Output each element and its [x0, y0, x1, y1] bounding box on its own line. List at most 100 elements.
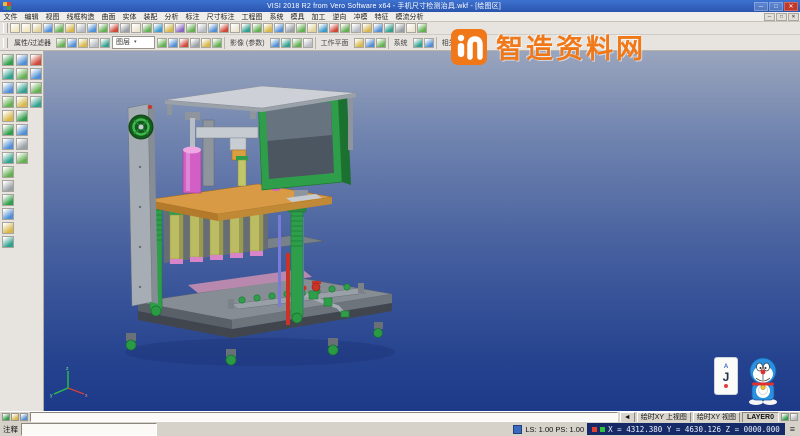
toolbar-icon[interactable] — [212, 38, 222, 48]
menu-item[interactable]: 模具 — [287, 12, 308, 22]
dock-tool-icon[interactable] — [2, 180, 14, 192]
menu-item[interactable]: 视图 — [42, 12, 63, 22]
toolbar-icon[interactable] — [296, 23, 306, 33]
dock-tool-icon[interactable] — [2, 124, 14, 136]
dock-tool-icon[interactable] — [2, 208, 14, 220]
toolbar-icon[interactable] — [274, 23, 284, 33]
toolbar-icon[interactable] — [164, 23, 174, 33]
toolbar-icon[interactable] — [54, 23, 64, 33]
toolbar-icon[interactable] — [406, 23, 416, 33]
toolbar-icon[interactable] — [89, 38, 99, 48]
menu-item[interactable]: 系统 — [266, 12, 287, 22]
toolbar-icon[interactable] — [340, 23, 350, 33]
toolbar-icon[interactable] — [21, 23, 31, 33]
model-fan[interactable] — [129, 115, 153, 139]
menu-item[interactable]: 文件 — [0, 12, 21, 22]
toolbar-icon[interactable] — [179, 38, 189, 48]
dock-tool-icon[interactable] — [2, 194, 14, 206]
toolbar-grip[interactable] — [3, 38, 8, 48]
toolbar-icon[interactable] — [186, 23, 196, 33]
menu-item[interactable]: 曲面 — [98, 12, 119, 22]
toolbar-icon[interactable] — [142, 23, 152, 33]
toolbar-icon[interactable] — [197, 23, 207, 33]
toolbar-icon[interactable] — [373, 23, 383, 33]
status-icon[interactable] — [2, 413, 10, 421]
dock-tool-icon[interactable] — [2, 96, 14, 108]
toolbar-icon[interactable] — [100, 38, 110, 48]
menu-item[interactable]: 冲模 — [350, 12, 371, 22]
dock-tool-icon[interactable] — [16, 152, 28, 164]
toolbar-icon[interactable] — [413, 38, 423, 48]
dock-tool-icon[interactable] — [2, 54, 14, 66]
toolbar-icon[interactable] — [395, 23, 405, 33]
toolbar-icon[interactable] — [78, 38, 88, 48]
menu-item[interactable]: 模流分析 — [392, 12, 427, 22]
status-icon[interactable] — [20, 413, 28, 421]
toolbar-icon[interactable] — [329, 23, 339, 33]
toolbar-icon[interactable] — [67, 38, 77, 48]
menu-item[interactable]: 工程图 — [238, 12, 266, 22]
toolbar-icon[interactable] — [351, 23, 361, 33]
active-layer-indicator[interactable]: LAYER0 — [742, 412, 779, 423]
mdi-restore-button[interactable]: □ — [776, 13, 787, 21]
view-back-button[interactable]: ◄ — [620, 412, 635, 423]
toolbar-icon[interactable] — [384, 23, 394, 33]
note-input[interactable] — [21, 423, 157, 436]
toolbar-icon[interactable] — [131, 23, 141, 33]
toolbar-grip[interactable] — [3, 23, 8, 33]
toolbar-icon[interactable] — [168, 38, 178, 48]
menu-item[interactable]: 特征 — [371, 12, 392, 22]
menu-item[interactable]: 加工 — [308, 12, 329, 22]
close-button[interactable]: ✕ — [784, 2, 798, 11]
mdi-close-button[interactable]: ✕ — [788, 13, 799, 21]
toolbar-icon[interactable] — [241, 23, 251, 33]
dock-tool-icon[interactable] — [2, 166, 14, 178]
toolbar-icon[interactable] — [10, 23, 20, 33]
menu-item[interactable]: 装配 — [140, 12, 161, 22]
menu-item[interactable]: 分析 — [161, 12, 182, 22]
toolbar-icon[interactable] — [365, 38, 375, 48]
dock-tool-icon[interactable] — [16, 54, 28, 66]
toolbar-icon[interactable] — [362, 23, 372, 33]
toolbar-icon[interactable] — [270, 38, 280, 48]
tab-properties-filter[interactable]: 属性/过滤器 — [11, 38, 54, 48]
dock-tool-icon[interactable] — [16, 96, 28, 108]
status-icon[interactable] — [11, 413, 19, 421]
command-prompt-input[interactable] — [30, 412, 618, 422]
dock-tool-icon[interactable] — [30, 54, 42, 66]
menu-item[interactable]: 编辑 — [21, 12, 42, 22]
model-pink-cylinder[interactable] — [183, 112, 201, 193]
toolbar-icon[interactable] — [208, 23, 218, 33]
layer-dropdown[interactable]: 图层 ▾ — [112, 36, 155, 49]
toolbar-icon[interactable] — [157, 38, 167, 48]
status-icon[interactable] — [790, 413, 798, 421]
3d-model-canvas[interactable] — [110, 57, 410, 367]
toolbar-icon[interactable] — [285, 23, 295, 33]
maximize-button[interactable]: □ — [769, 2, 783, 11]
toolbar-icon[interactable] — [153, 23, 163, 33]
dock-tool-icon[interactable] — [16, 124, 28, 136]
toolbar-icon[interactable] — [219, 23, 229, 33]
dock-tool-icon[interactable] — [30, 82, 42, 94]
toolbar-icon[interactable] — [120, 23, 130, 33]
status-menu-icon[interactable]: ≡ — [788, 423, 797, 435]
toolbar-icon[interactable] — [65, 23, 75, 33]
toolbar-icon[interactable] — [281, 38, 291, 48]
toolbar-icon[interactable] — [252, 23, 262, 33]
status-icon[interactable] — [781, 413, 789, 421]
view-mode-button[interactable]: 绘时XY 视图 — [693, 412, 740, 423]
dock-tool-icon[interactable] — [2, 236, 14, 248]
toolbar-icon[interactable] — [175, 23, 185, 33]
dock-tool-icon[interactable] — [2, 68, 14, 80]
menu-item[interactable]: 标注 — [182, 12, 203, 22]
toolbar-icon[interactable] — [87, 23, 97, 33]
menu-item[interactable]: 线框构造 — [63, 12, 98, 22]
dock-tool-icon[interactable] — [2, 110, 14, 122]
toolbar-icon[interactable] — [56, 38, 66, 48]
minimize-button[interactable]: ─ — [754, 2, 768, 11]
toolbar-icon[interactable] — [98, 23, 108, 33]
3d-viewport[interactable]: z x y A J — [44, 51, 800, 411]
dock-tool-icon[interactable] — [2, 222, 14, 234]
dock-tool-icon[interactable] — [30, 96, 42, 108]
dock-tool-icon[interactable] — [16, 68, 28, 80]
